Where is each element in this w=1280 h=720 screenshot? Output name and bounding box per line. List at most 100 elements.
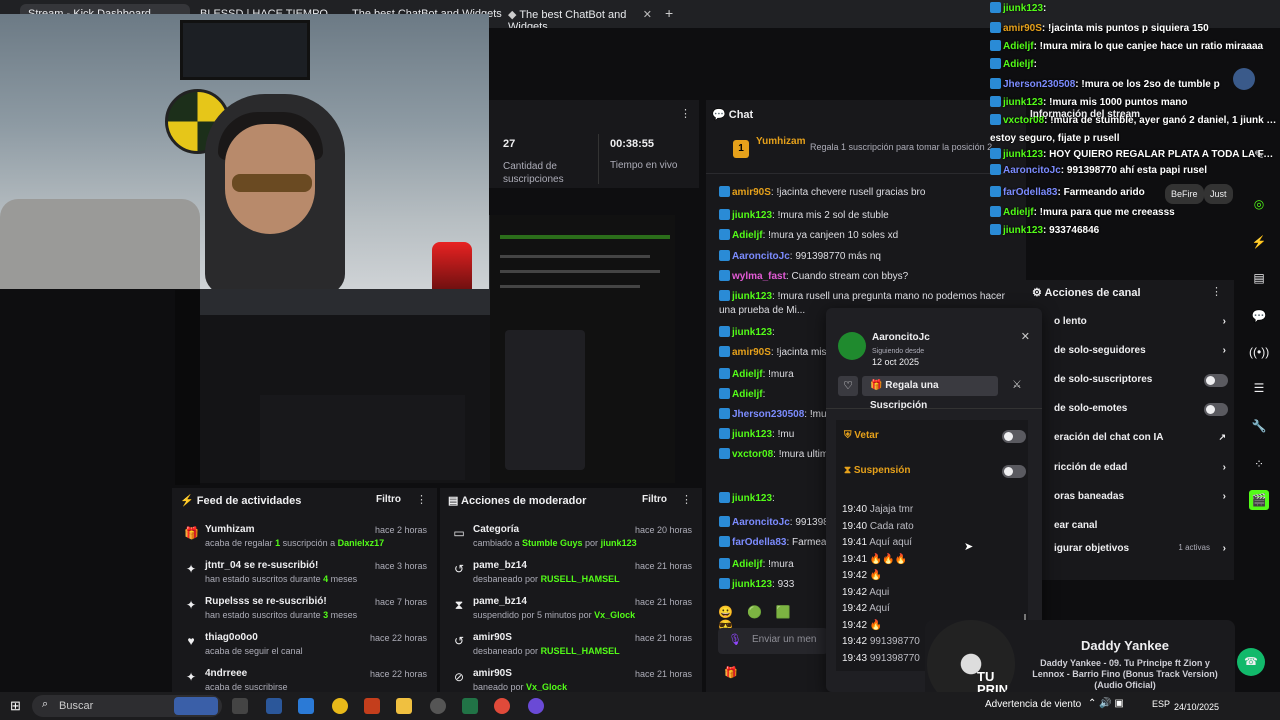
- modact-item[interactable]: ⊘ amir90S hace 21 horas baneado por Vx_Gloc…: [440, 666, 702, 692]
- emote-row[interactable]: 😀🟢🟩😎: [718, 605, 828, 633]
- apps-icon[interactable]: ⁘: [1249, 454, 1269, 474]
- feed-item[interactable]: 🎁 Yumhizam hace 2 horas acaba de regalar 1 …: [172, 522, 437, 558]
- close-icon[interactable]: ✕: [1021, 330, 1030, 343]
- chat-input[interactable]: 🎙 Enviar un men: [718, 628, 828, 654]
- more-icon[interactable]: ⋮: [1211, 285, 1222, 298]
- app-icon[interactable]: [528, 698, 544, 714]
- feed-detail-user[interactable]: Danielxz17: [338, 538, 385, 548]
- broadcast-icon[interactable]: ((•)): [1249, 342, 1269, 362]
- tab-favicon: ◆: [508, 9, 520, 21]
- modact-highlight[interactable]: Stumble Guys: [522, 538, 583, 548]
- chat-username[interactable]: Jherson230508: [732, 409, 804, 420]
- chat-username[interactable]: farOdella83: [732, 537, 786, 548]
- canal-row[interactable]: de solo-emotes: [1054, 403, 1234, 416]
- chat-username[interactable]: Adieljf: [732, 369, 763, 380]
- sub-badge-icon: [719, 388, 730, 399]
- gift-icon[interactable]: 🎁: [724, 666, 738, 679]
- history-text: Aqui: [869, 586, 890, 598]
- language-indicator[interactable]: ESP: [1152, 699, 1170, 709]
- chat-username[interactable]: AaroncitoJc: [732, 517, 790, 528]
- windows-start-icon[interactable]: ⊞: [10, 698, 21, 714]
- chat-username[interactable]: jiunk123: [732, 291, 772, 302]
- canal-toggle[interactable]: [1204, 403, 1228, 416]
- modact-time: hace 21 horas: [634, 597, 692, 607]
- store-icon[interactable]: [298, 698, 314, 714]
- canal-row[interactable]: ricción de edad ›: [1054, 462, 1234, 473]
- rank-badge: 1: [733, 140, 749, 158]
- chat-username[interactable]: Adieljf: [732, 559, 763, 570]
- chat-username[interactable]: jiunk123: [732, 327, 772, 338]
- feed-filter-button[interactable]: Filtro: [376, 494, 401, 505]
- vetar-toggle[interactable]: [1002, 430, 1026, 443]
- sword-icon[interactable]: ⚔: [1012, 378, 1022, 391]
- external-link-icon[interactable]: ↗: [1218, 432, 1226, 443]
- chat-username[interactable]: vxctor08: [732, 449, 773, 460]
- excel-icon[interactable]: [462, 698, 478, 714]
- more-icon[interactable]: ⋮: [681, 493, 692, 506]
- modact-item[interactable]: ▭ Categoría hace 20 horas cambiado a Stumbl…: [440, 522, 702, 558]
- chat-username[interactable]: jiunk123: [732, 429, 772, 440]
- weather-text[interactable]: Advertencia de viento: [985, 699, 1081, 710]
- modact-by[interactable]: RUSELL_HAMSEL: [541, 646, 620, 656]
- chevron-right-icon[interactable]: ›: [1223, 491, 1226, 502]
- modact-item[interactable]: ↺ amir90S hace 21 horas desbaneado por RUSE…: [440, 630, 702, 666]
- browser-tab[interactable]: ◆ The best ChatBot and Widgets ✕: [500, 4, 660, 33]
- layout-icon[interactable]: ☰: [1249, 378, 1269, 398]
- feed-item[interactable]: ✦ jtntr_04 se re-suscribió! hace 3 horas ha…: [172, 558, 437, 594]
- canal-row[interactable]: eración del chat con IA ↗: [1054, 432, 1234, 443]
- chat-username[interactable]: jiunk123: [732, 210, 772, 221]
- task-view-icon[interactable]: [232, 698, 248, 714]
- modact-by[interactable]: jiunk123: [601, 538, 637, 548]
- canal-row[interactable]: oras baneadas ›: [1054, 491, 1234, 502]
- chevron-right-icon[interactable]: ›: [1223, 462, 1226, 473]
- clapper-icon[interactable]: 🎬: [1249, 490, 1269, 510]
- chrome-profile-icon[interactable]: [494, 698, 510, 714]
- modact-item[interactable]: ↺ pame_bz14 hace 21 horas desbaneado por RU…: [440, 558, 702, 594]
- close-icon[interactable]: ✕: [643, 8, 652, 21]
- chat-username[interactable]: amir90S: [732, 187, 771, 198]
- new-tab-button[interactable]: +: [665, 5, 673, 21]
- chevron-right-icon[interactable]: ›: [1223, 345, 1226, 356]
- heart-icon[interactable]: ♡: [838, 376, 858, 396]
- chat-username[interactable]: jiunk123: [732, 579, 772, 590]
- feed-item[interactable]: ✦ Rupelsss se re-suscribió! hace 7 horas ha…: [172, 594, 437, 630]
- chrome-icon[interactable]: [332, 698, 348, 714]
- tray-icons[interactable]: ⌃ 🔊 ▣: [1088, 698, 1124, 709]
- chat-username[interactable]: AaroncitoJc: [732, 251, 790, 262]
- chat-username[interactable]: wylma_fast: [732, 271, 786, 282]
- modact-item[interactable]: ⧗ pame_bz14 hace 21 horas suspendido por 5 …: [440, 594, 702, 630]
- suspension-toggle[interactable]: [1002, 465, 1026, 478]
- chat-username[interactable]: amir90S: [732, 347, 771, 358]
- modact-filter-button[interactable]: Filtro: [642, 494, 667, 505]
- chevron-right-icon[interactable]: ›: [1223, 543, 1226, 554]
- feed-item[interactable]: ♥ thiag0o0o0 hace 22 horas acaba de seguir …: [172, 630, 437, 666]
- folder-icon[interactable]: [396, 698, 412, 714]
- powerpoint-icon[interactable]: [364, 698, 380, 714]
- modact-by[interactable]: RUSELL_HAMSEL: [541, 574, 620, 584]
- chat-username[interactable]: Adieljf: [732, 230, 763, 241]
- canal-row[interactable]: ear canal: [1054, 520, 1234, 531]
- word-icon[interactable]: [266, 698, 282, 714]
- chat-icon[interactable]: 💬: [1249, 306, 1269, 326]
- wrench-icon[interactable]: 🔧: [1249, 416, 1269, 436]
- chevron-right-icon[interactable]: ›: [1223, 316, 1226, 327]
- chat-message: AaroncitoJc: 991398770 más nq: [719, 250, 1009, 264]
- canal-row[interactable]: de solo-suscriptores: [1054, 374, 1234, 387]
- more-icon[interactable]: ⋮: [680, 107, 691, 120]
- canal-row[interactable]: de solo-seguidores ›: [1054, 345, 1234, 356]
- search-box[interactable]: ⌕ Buscar: [32, 695, 222, 717]
- pinned-user[interactable]: Yumhizam: [756, 136, 805, 147]
- feed-item[interactable]: ✦ 4ndrreee hace 22 horas acaba de suscribir…: [172, 666, 437, 692]
- canal-row[interactable]: igurar objetivos 1 activas ›: [1054, 543, 1234, 554]
- chat-username[interactable]: Adieljf: [732, 389, 763, 400]
- obs-icon[interactable]: [430, 698, 446, 714]
- list-icon[interactable]: ▤: [1249, 268, 1269, 288]
- more-icon[interactable]: ⋮: [416, 493, 427, 506]
- chat-username[interactable]: jiunk123: [732, 493, 772, 504]
- taskbar-date[interactable]: 24/10/2025: [1174, 702, 1219, 712]
- gift-sub-button[interactable]: 🎁 Regala una Suscripción: [862, 376, 998, 411]
- canal-toggle[interactable]: [1204, 374, 1228, 387]
- canal-row[interactable]: o lento ›: [1054, 316, 1234, 327]
- modact-by[interactable]: Vx_Glock: [526, 682, 567, 692]
- modact-by[interactable]: Vx_Glock: [594, 610, 635, 620]
